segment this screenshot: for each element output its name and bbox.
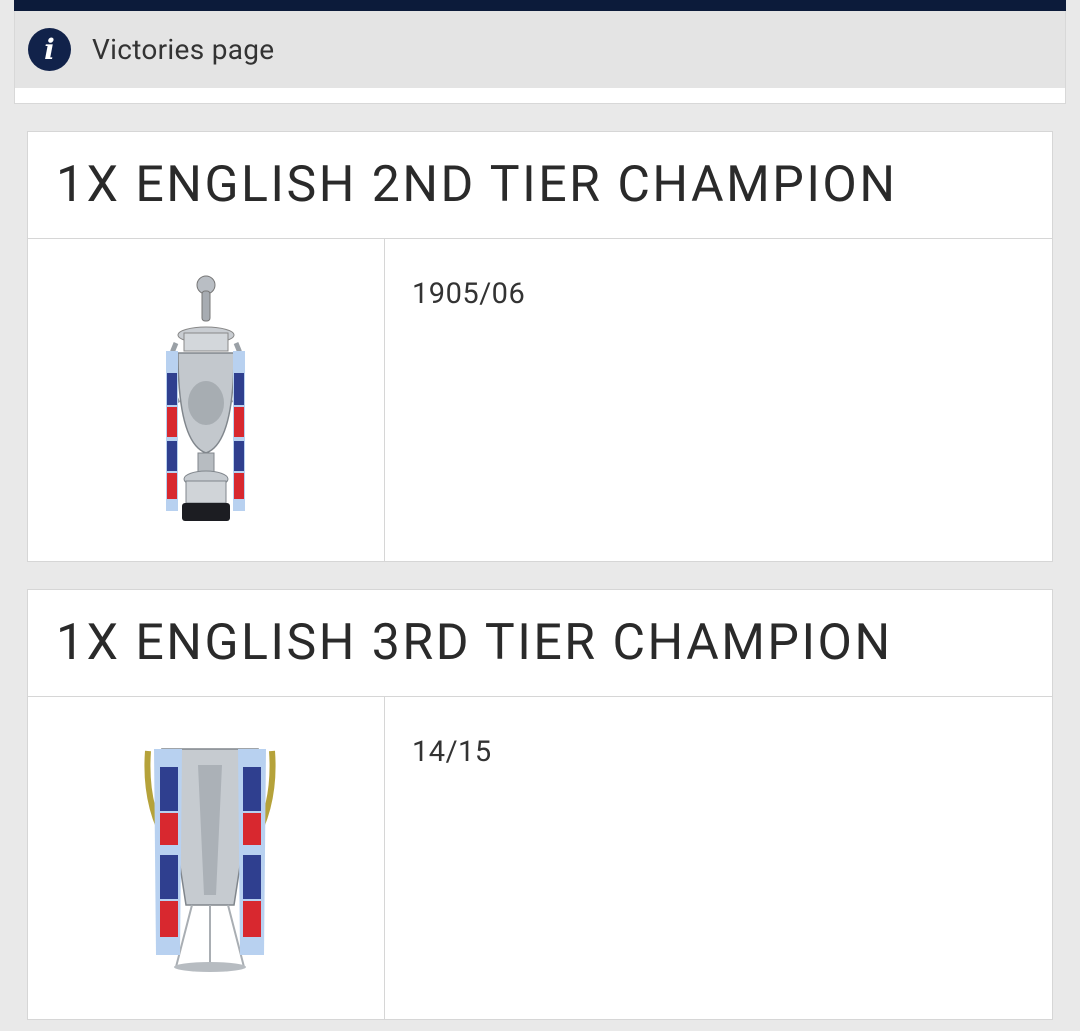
- honour-title: 1X ENGLISH 3RD TIER CHAMPION: [56, 614, 893, 672]
- honour-title: 1X ENGLISH 2ND TIER CHAMPION: [56, 156, 898, 214]
- info-panel: i Victories page: [14, 11, 1066, 104]
- league-one-trophy-image: [144, 748, 276, 972]
- info-notice: i Victories page: [15, 11, 1065, 88]
- trophy-cell: [28, 239, 385, 561]
- honour-card: 1X ENGLISH 2ND TIER CHAMPION 1905/06: [27, 131, 1053, 562]
- info-notice-text: Victories page: [92, 33, 275, 66]
- season-cell: 1905/06: [385, 239, 1052, 561]
- season-list: 14/15: [412, 735, 492, 769]
- honour-card-header: 1X ENGLISH 3RD TIER CHAMPION: [28, 590, 1052, 697]
- honour-card-body: 1905/06: [28, 239, 1052, 561]
- honour-card-body: 14/15: [28, 697, 1052, 1019]
- season-cell: 14/15: [385, 697, 1052, 1019]
- info-icon: i: [28, 28, 71, 71]
- honour-card: 1X ENGLISH 3RD TIER CHAMPION 14/15: [27, 589, 1053, 1020]
- trophy-cell: [28, 697, 385, 1019]
- championship-trophy-image: [166, 275, 246, 521]
- top-nav-bar: [14, 0, 1066, 11]
- season-list: 1905/06: [412, 277, 526, 311]
- honour-card-header: 1X ENGLISH 2ND TIER CHAMPION: [28, 132, 1052, 239]
